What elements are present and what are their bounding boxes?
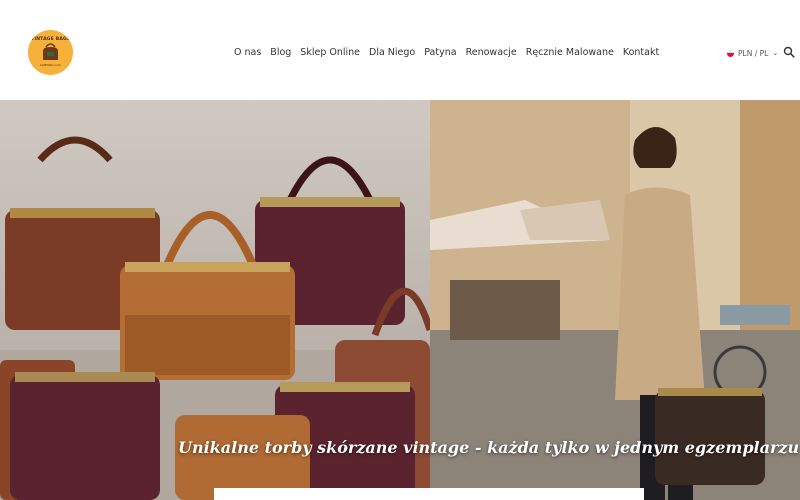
nav-item-blog[interactable]: Blog — [270, 45, 291, 61]
search-icon[interactable] — [783, 46, 795, 58]
logo-subtext: kaMIKOO.com — [40, 63, 61, 67]
poland-flag-icon — [727, 49, 734, 57]
nav-item-recznie-malowane[interactable]: Ręcznie Malowane — [526, 45, 614, 61]
nav-item-o-nas[interactable]: O nas — [234, 45, 261, 61]
hero-banner: Unikalne torby skórzane vintage - każda … — [0, 100, 800, 500]
nav-item-renowacje[interactable]: Renowacje — [466, 45, 517, 61]
nav-item-sklep-online[interactable]: Sklep Online — [300, 45, 360, 61]
main-nav: O nas Blog Sklep Online Dla Niego Patyna… — [234, 45, 659, 61]
hero-search-strip[interactable] — [214, 488, 644, 500]
hero-caption: Unikalne torby skórzane vintage - każda … — [178, 438, 800, 457]
nav-item-patyna[interactable]: Patyna — [424, 45, 456, 61]
logo[interactable]: VINTAGE BAGS kaMIKOO.com — [28, 30, 73, 75]
language-currency-selector[interactable]: PLN / PL ⌄ — [727, 47, 778, 59]
nav-item-kontakt[interactable]: Kontakt — [623, 45, 659, 61]
site-header: VINTAGE BAGS kaMIKOO.com O nas Blog Skle… — [0, 0, 800, 100]
chevron-down-icon: ⌄ — [772, 49, 779, 57]
nav-item-dla-niego[interactable]: Dla Niego — [369, 45, 415, 61]
language-label: PLN / PL — [738, 48, 769, 58]
bag-logo-icon — [43, 43, 58, 60]
